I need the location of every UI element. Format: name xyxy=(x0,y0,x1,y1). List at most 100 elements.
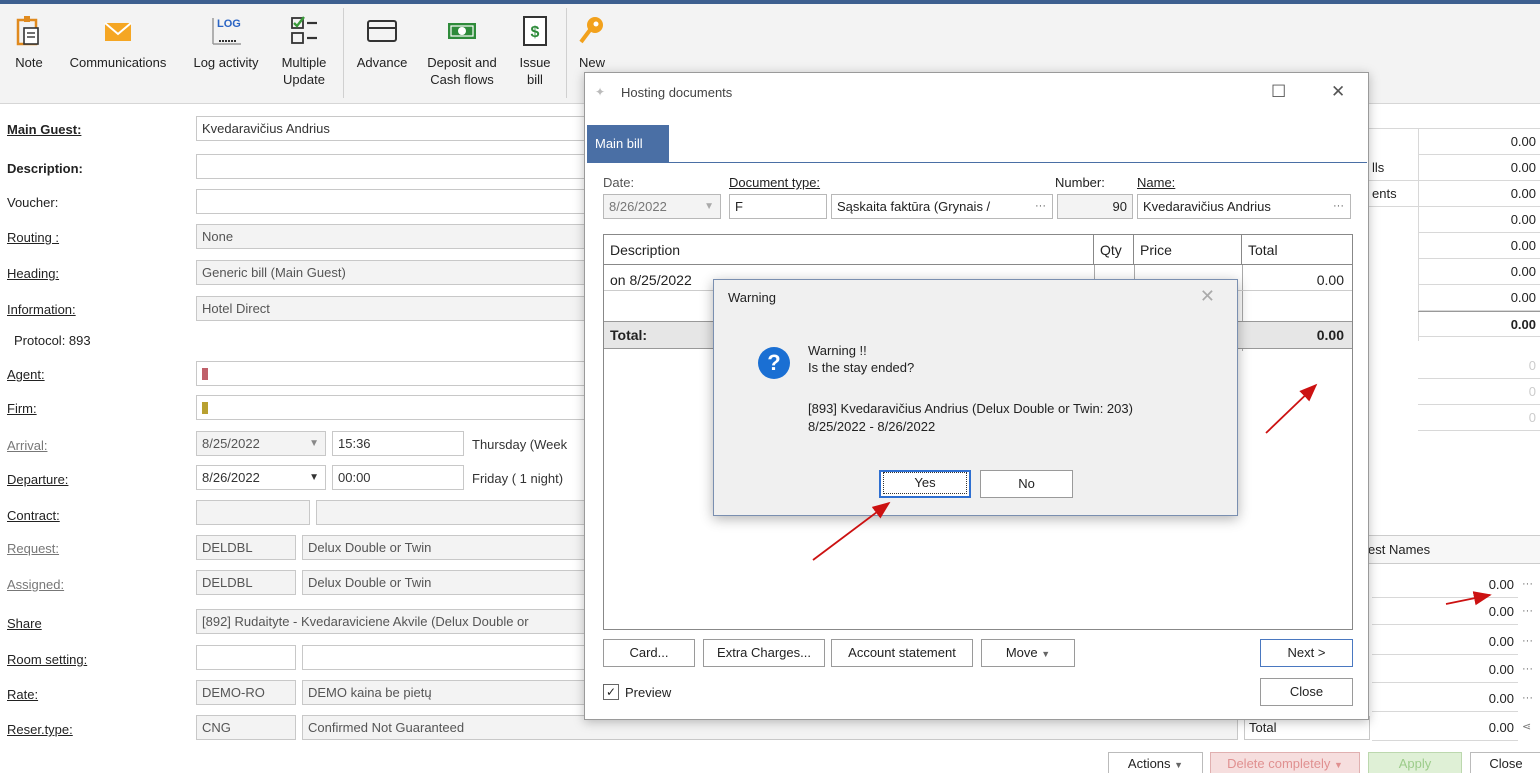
yes-button[interactable]: Yes xyxy=(879,470,971,498)
ellipsis-icon[interactable]: ··· xyxy=(1522,663,1533,675)
guest-value: 0.00 xyxy=(1372,686,1518,712)
heading-label[interactable]: Heading: xyxy=(7,266,59,281)
card-button[interactable]: Card... xyxy=(603,639,695,667)
heading-field[interactable]: Generic bill (Main Guest) xyxy=(196,260,592,285)
tab-main-bill[interactable]: Main bill xyxy=(587,125,669,162)
note-button[interactable]: Note xyxy=(6,8,52,71)
hosting-close-button[interactable]: Close xyxy=(1260,678,1353,706)
rate-name-field[interactable]: DEMO kaina be pietų xyxy=(302,680,592,705)
reser-type-code-field[interactable]: CNG xyxy=(196,715,296,740)
contract-label[interactable]: Contract: xyxy=(7,508,60,523)
contract-code-field[interactable] xyxy=(196,500,310,525)
contract-name-field[interactable] xyxy=(316,500,592,525)
preview-checkbox[interactable]: ✓ xyxy=(603,684,619,700)
log-activity-button[interactable]: LOG Log activity xyxy=(184,8,268,71)
room-setting-name-field[interactable] xyxy=(302,645,592,670)
ellipsis-icon[interactable]: ··· xyxy=(1522,605,1533,617)
share-icon[interactable]: ⋖ xyxy=(1522,720,1531,733)
guest-value: 0.00 xyxy=(1372,599,1518,625)
yes-label: Yes xyxy=(883,472,967,494)
departure-date-field[interactable]: 8/26/2022 ▼ xyxy=(196,465,326,490)
next-button[interactable]: Next > xyxy=(1260,639,1353,667)
column-header-price[interactable]: Price xyxy=(1134,235,1242,265)
delete-completely-button[interactable]: Delete completely ▼ xyxy=(1210,752,1360,773)
bills-label: lls xyxy=(1368,155,1418,181)
deposit-cash-flows-button[interactable]: Deposit and Cash flows xyxy=(418,8,506,88)
svg-text:$: $ xyxy=(531,24,540,41)
actions-button[interactable]: Actions ▼ xyxy=(1108,752,1203,773)
reser-type-label[interactable]: Reser.type: xyxy=(7,722,73,737)
apply-button[interactable]: Apply xyxy=(1368,752,1462,773)
arrival-date-value: 8/25/2022 xyxy=(202,436,260,451)
voucher-field[interactable] xyxy=(196,189,592,214)
number-field: 90 xyxy=(1057,194,1133,219)
arrival-date-field: 8/25/2022 ▼ xyxy=(196,431,326,456)
number-label: Number: xyxy=(1055,175,1105,190)
departure-label[interactable]: Departure: xyxy=(7,472,68,487)
routing-field[interactable]: None xyxy=(196,224,592,249)
main-guest-field[interactable]: Kvedaravičius Andrius xyxy=(196,116,592,141)
document-type-label: Document type: xyxy=(729,175,821,190)
account-statement-button[interactable]: Account statement xyxy=(831,639,973,667)
firm-label[interactable]: Firm: xyxy=(7,401,37,416)
extra-charges-button[interactable]: Extra Charges... xyxy=(703,639,825,667)
no-button[interactable]: No xyxy=(980,470,1073,498)
column-header-qty[interactable]: Qty xyxy=(1094,235,1134,265)
ellipsis-icon[interactable]: ··· xyxy=(1522,578,1533,590)
chevron-down-icon[interactable]: ▼ xyxy=(309,466,319,489)
room-setting-code-field[interactable] xyxy=(196,645,296,670)
rate-code-field[interactable]: DEMO-RO xyxy=(196,680,296,705)
voucher-label: Voucher: xyxy=(7,195,59,210)
ellipsis-icon[interactable]: ··· xyxy=(1522,692,1533,704)
ribbon-separator xyxy=(343,8,344,98)
close-icon[interactable]: ✕ xyxy=(1200,286,1215,307)
ellipsis-icon[interactable]: ··· xyxy=(1035,195,1046,218)
rate-label[interactable]: Rate: xyxy=(7,687,38,702)
main-guest-label: Main Guest: xyxy=(7,122,82,137)
agent-field[interactable] xyxy=(196,361,592,386)
multiple-update-button[interactable]: Multiple Update xyxy=(272,8,336,88)
name-field[interactable]: Kvedaravičius Andrius ··· xyxy=(1137,194,1351,219)
row-description[interactable]: on 8/25/2022 xyxy=(610,272,692,288)
request-code-field: DELDBL xyxy=(196,535,296,560)
assigned-name-field: Delux Double or Twin xyxy=(302,570,592,595)
information-field[interactable]: Hotel Direct xyxy=(196,296,592,321)
departure-day-text: Friday ( 1 night) xyxy=(472,471,564,486)
total-value: 0.00 xyxy=(1418,233,1540,259)
share-field[interactable]: [892] Rudaityte - Kvedaraviciene Akvile … xyxy=(196,609,592,634)
routing-label[interactable]: Routing : xyxy=(7,230,59,245)
document-name-field[interactable]: Sąskaita faktūra (Grynais / ··· xyxy=(831,194,1053,219)
agent-label[interactable]: Agent: xyxy=(7,367,45,382)
arrival-day-text: Thursday (Week xyxy=(472,437,568,452)
assigned-label: Assigned: xyxy=(7,577,65,592)
issue-bill-button[interactable]: $ Issue bill xyxy=(512,8,558,88)
column-header-description[interactable]: Description xyxy=(604,235,1094,265)
departure-time-field[interactable]: 00:00 xyxy=(332,465,464,490)
document-name-value: Sąskaita faktūra (Grynais / xyxy=(837,199,991,214)
arrival-label: Arrival: xyxy=(7,438,48,453)
room-setting-label[interactable]: Room setting: xyxy=(7,652,87,667)
advance-button[interactable]: Advance xyxy=(350,8,414,71)
close-icon[interactable]: ✕ xyxy=(1331,82,1345,102)
name-value: Kvedaravičius Andrius xyxy=(1143,199,1271,214)
warning-line4: 8/25/2022 - 8/26/2022 xyxy=(808,419,936,434)
total-value: 0.00 xyxy=(1418,207,1540,233)
document-code-field[interactable]: F xyxy=(729,194,827,219)
arrival-time-field[interactable]: 15:36 xyxy=(332,431,464,456)
ellipsis-icon[interactable]: ··· xyxy=(1522,635,1533,647)
move-button[interactable]: Move ▼ xyxy=(981,639,1075,667)
column-header-total[interactable]: Total xyxy=(1242,235,1352,265)
information-label[interactable]: Information: xyxy=(7,302,76,317)
description-field[interactable] xyxy=(196,154,592,179)
row-total[interactable]: 0.00 xyxy=(1244,272,1344,288)
guest-total-value: 0.00 xyxy=(1372,715,1518,741)
new-button[interactable]: New xyxy=(572,8,612,71)
delete-label: Delete completely xyxy=(1227,756,1331,771)
firm-field[interactable] xyxy=(196,395,592,420)
close-button[interactable]: Close xyxy=(1470,752,1540,773)
maximize-icon[interactable]: ☐ xyxy=(1271,82,1286,102)
communications-button[interactable]: Communications xyxy=(58,8,178,71)
envelope-icon xyxy=(104,22,132,41)
share-label[interactable]: Share xyxy=(7,616,42,631)
ellipsis-icon[interactable]: ··· xyxy=(1333,195,1344,218)
